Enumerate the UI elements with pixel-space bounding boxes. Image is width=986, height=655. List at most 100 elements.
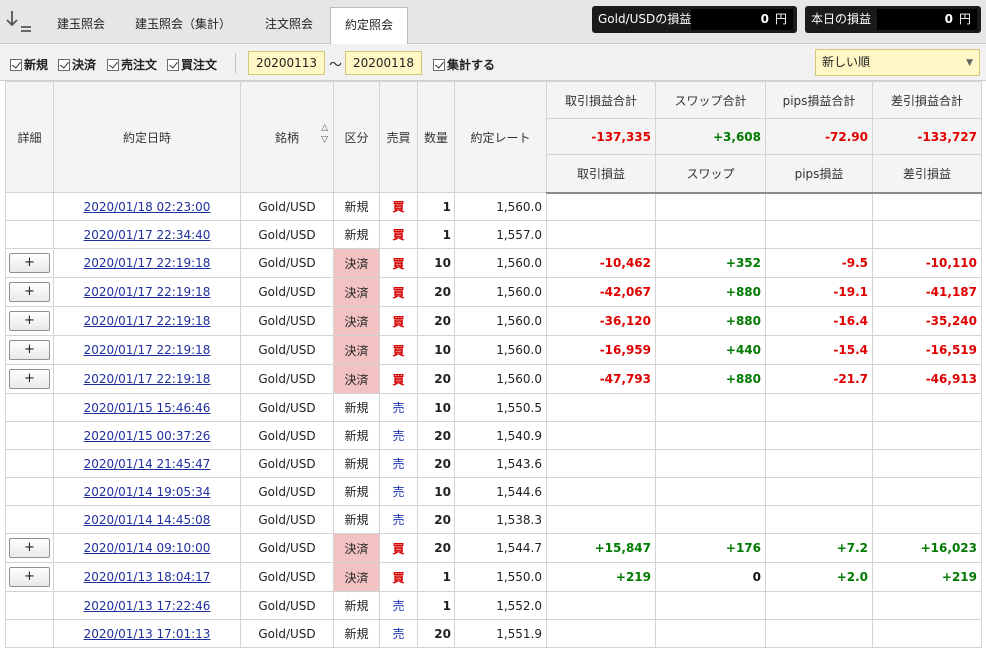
tab-orders[interactable]: 注文照会 — [250, 7, 328, 43]
net-pl-cell — [872, 393, 982, 422]
tab-positions[interactable]: 建玉照会 — [44, 7, 118, 43]
filter-divider — [235, 53, 236, 73]
expand-detail-button[interactable]: + — [9, 567, 50, 587]
quantity-cell: 10 — [417, 335, 455, 365]
tab-executions[interactable]: 約定照会 — [330, 7, 408, 45]
side-cell: 買 — [379, 192, 418, 221]
net-pl-cell: +16,023 — [872, 533, 982, 563]
header-qty: 数量 — [417, 81, 455, 193]
execution-datetime-link[interactable]: 2020/01/14 09:10:00 — [84, 541, 211, 555]
execution-datetime-link[interactable]: 2020/01/15 00:37:26 — [84, 429, 211, 443]
filter-settle-checkbox[interactable]: 決済 — [58, 56, 96, 72]
symbol-cell: Gold/USD — [240, 220, 334, 249]
expand-detail-button[interactable]: + — [9, 340, 50, 360]
rate-cell: 1,544.7 — [454, 533, 547, 563]
symbol-cell: Gold/USD — [240, 533, 334, 563]
side-cell: 買 — [379, 335, 418, 365]
rate-cell: 1,560.0 — [454, 335, 547, 365]
rate-cell: 1,550.5 — [454, 393, 547, 422]
symbol-cell: Gold/USD — [240, 591, 334, 620]
date-to-input[interactable] — [345, 51, 422, 75]
symbol-cell: Gold/USD — [240, 306, 334, 336]
symbol-cell: Gold/USD — [240, 505, 334, 534]
detail-cell: + — [5, 277, 54, 307]
execution-datetime-link[interactable]: 2020/01/17 22:19:18 — [84, 285, 211, 299]
execution-datetime-link[interactable]: 2020/01/15 15:46:46 — [84, 401, 211, 415]
side-cell: 売 — [379, 505, 418, 534]
execution-datetime-link[interactable]: 2020/01/13 17:01:13 — [84, 627, 211, 641]
net-pl-cell: +219 — [872, 562, 982, 592]
rate-cell: 1,543.6 — [454, 449, 547, 478]
pips-cell: -16.4 — [765, 306, 873, 336]
symbol-cell: Gold/USD — [240, 393, 334, 422]
swap-cell: +352 — [655, 248, 766, 278]
execution-datetime-link[interactable]: 2020/01/17 22:19:18 — [84, 314, 211, 328]
filter-bar: 新規 決済 売注文 買注文 〜 集計する 新しい順 ▼ — [0, 44, 986, 81]
expand-detail-button[interactable]: + — [9, 311, 50, 331]
sort-down-icon[interactable] — [4, 8, 34, 36]
pips-cell — [765, 192, 873, 221]
execution-datetime-link[interactable]: 2020/01/14 19:05:34 — [84, 485, 211, 499]
execution-datetime-link[interactable]: 2020/01/18 02:23:00 — [84, 200, 211, 214]
tab-positions-summary[interactable]: 建玉照会（集計） — [126, 7, 240, 43]
symbol-cell: Gold/USD — [240, 277, 334, 307]
execution-datetime-cell: 2020/01/13 17:01:13 — [53, 619, 241, 648]
net-pl-cell: -35,240 — [872, 306, 982, 336]
execution-datetime-link[interactable]: 2020/01/17 22:34:40 — [84, 228, 211, 242]
execution-datetime-link[interactable]: 2020/01/13 17:22:46 — [84, 599, 211, 613]
swap-cell: 0 — [655, 562, 766, 592]
execution-datetime-link[interactable]: 2020/01/17 22:19:18 — [84, 372, 211, 386]
swap-cell — [655, 421, 766, 450]
execution-datetime-link[interactable]: 2020/01/14 14:45:08 — [84, 513, 211, 527]
detail-cell — [5, 449, 54, 478]
category-cell: 新規 — [333, 449, 380, 478]
table-row: 2020/01/13 17:22:46 Gold/USD 新規売 1 1,552.0 — [5, 591, 982, 620]
trade-pl-cell — [546, 192, 656, 221]
trade-pl-cell — [546, 421, 656, 450]
quantity-cell: 20 — [417, 449, 455, 478]
rate-cell: 1,560.0 — [454, 248, 547, 278]
execution-datetime-link[interactable]: 2020/01/14 21:45:47 — [84, 457, 211, 471]
execution-datetime-link[interactable]: 2020/01/17 22:19:18 — [84, 256, 211, 270]
table-row: +2020/01/17 22:19:18 Gold/USD 決済買 20 1,560.0… — [5, 277, 982, 307]
table-row: 2020/01/14 19:05:34 Gold/USD 新規売 10 1,544.6 — [5, 477, 982, 506]
header-symbol[interactable]: 銘柄 △ ▽ — [240, 81, 334, 193]
detail-cell: + — [5, 306, 54, 336]
swap-cell: +880 — [655, 306, 766, 336]
execution-datetime-link[interactable]: 2020/01/13 18:04:17 — [84, 570, 211, 584]
filter-sell-order-checkbox[interactable]: 売注文 — [107, 56, 157, 72]
header-pips: pips損益 — [765, 154, 873, 194]
filter-new-checkbox[interactable]: 新規 — [10, 56, 48, 72]
expand-detail-button[interactable]: + — [9, 253, 50, 273]
symbol-pl-value: 0円 — [691, 9, 793, 30]
expand-detail-button[interactable]: + — [9, 538, 50, 558]
rate-cell: 1,550.0 — [454, 562, 547, 592]
aggregate-checkbox[interactable]: 集計する — [433, 56, 495, 72]
symbol-cell: Gold/USD — [240, 562, 334, 592]
execution-datetime-link[interactable]: 2020/01/17 22:19:18 — [84, 343, 211, 357]
quantity-cell: 10 — [417, 248, 455, 278]
filter-buy-order-checkbox[interactable]: 買注文 — [167, 56, 217, 72]
header-category: 区分 — [333, 81, 380, 193]
expand-detail-button[interactable]: + — [9, 369, 50, 389]
trade-pl-cell: +219 — [546, 562, 656, 592]
pips-cell: +7.2 — [765, 533, 873, 563]
rate-cell: 1,552.0 — [454, 591, 547, 620]
quantity-cell: 1 — [417, 591, 455, 620]
side-cell: 買 — [379, 562, 418, 592]
rate-cell: 1,560.0 — [454, 364, 547, 394]
total-net: -133,727 — [872, 118, 982, 155]
expand-detail-button[interactable]: + — [9, 282, 50, 302]
quantity-cell: 10 — [417, 393, 455, 422]
date-from-input[interactable] — [248, 51, 325, 75]
side-cell: 売 — [379, 421, 418, 450]
trade-pl-cell — [546, 449, 656, 478]
table-row: +2020/01/17 22:19:18 Gold/USD 決済買 10 1,560.0… — [5, 248, 982, 278]
table-row: 2020/01/15 15:46:46 Gold/USD 新規売 10 1,550.5 — [5, 393, 982, 422]
sort-order-select[interactable]: 新しい順 ▼ — [815, 49, 980, 76]
pips-cell: -9.5 — [765, 248, 873, 278]
category-cell: 新規 — [333, 619, 380, 648]
symbol-cell: Gold/USD — [240, 248, 334, 278]
net-pl-cell: -16,519 — [872, 335, 982, 365]
execution-datetime-cell: 2020/01/14 09:10:00 — [53, 533, 241, 563]
